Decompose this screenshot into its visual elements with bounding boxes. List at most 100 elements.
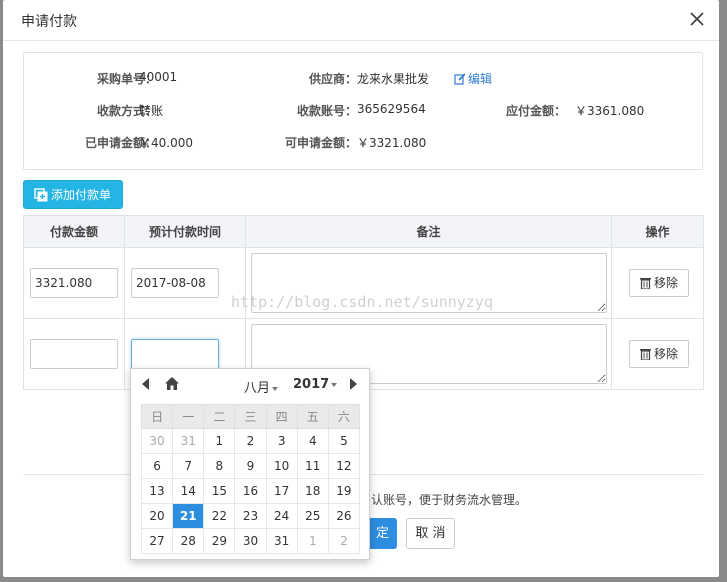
weekday-header: 六: [327, 404, 361, 429]
calendar-day[interactable]: 27: [140, 528, 174, 554]
calendar-day[interactable]: 24: [265, 503, 298, 529]
payable-label: 应付金额：: [505, 104, 566, 118]
close-button[interactable]: [687, 9, 707, 29]
trash-icon: [639, 349, 651, 361]
calendar-day[interactable]: 11: [296, 453, 329, 479]
dialog-header: 申请付款: [3, 0, 719, 41]
calendar-day[interactable]: 8: [203, 453, 236, 479]
table-row: 移除: [23, 247, 704, 319]
calendar-day[interactable]: 12: [327, 453, 361, 479]
calendar-day[interactable]: 18: [296, 478, 329, 504]
date-input[interactable]: [131, 339, 219, 369]
account-value: 365629564: [357, 102, 426, 116]
col-header-remark: 备注: [245, 215, 612, 248]
close-icon: [690, 12, 704, 26]
table-header-row: 付款金额 预计付款时间 备注 操作: [23, 215, 704, 248]
weekday-header: 四: [265, 404, 298, 429]
edit-supplier-link[interactable]: 编辑: [454, 70, 492, 87]
info-row-2: 收款方式： 转账 收款账号： 365629564 应付金额： ￥3361.080: [24, 102, 702, 122]
calendar-day[interactable]: 19: [327, 478, 361, 504]
calendar-day[interactable]: 7: [172, 453, 205, 479]
calendar-day[interactable]: 10: [265, 453, 298, 479]
calendar-day[interactable]: 1: [296, 528, 329, 554]
calendar-day[interactable]: 15: [203, 478, 236, 504]
calendar-day[interactable]: 26: [327, 503, 361, 529]
calendar-day[interactable]: 14: [172, 478, 205, 504]
calendar-day[interactable]: 25: [296, 503, 329, 529]
calendar-day[interactable]: 4: [296, 428, 329, 454]
weekday-row: 日 一 二 三 四 五 六: [140, 404, 361, 429]
calendar-day[interactable]: 22: [203, 503, 236, 529]
account-label: 收款账号：: [296, 104, 357, 118]
copy-icon: [34, 188, 48, 202]
amount-input[interactable]: [30, 268, 118, 298]
footer-note: 认账号，便于财务流水管理。: [371, 493, 528, 507]
calendar-day[interactable]: 2: [234, 428, 267, 454]
cancel-button[interactable]: 取 消: [406, 518, 455, 549]
edit-label: 编辑: [468, 72, 493, 86]
amount-cell: [23, 318, 125, 390]
edit-icon: [454, 73, 466, 85]
weekday-header: 一: [172, 404, 205, 429]
calendar-day[interactable]: 13: [140, 478, 174, 504]
caret-down-icon: [272, 386, 279, 391]
caret-down-icon: [331, 382, 338, 387]
remark-textarea[interactable]: [251, 253, 607, 313]
calendar-week: 13 14 15 16 17 18 19: [140, 478, 361, 504]
calendar-day[interactable]: 9: [234, 453, 267, 479]
amount-input[interactable]: [30, 339, 118, 369]
col-header-date: 预计付款时间: [124, 215, 246, 248]
calendar-day[interactable]: 16: [234, 478, 267, 504]
dialog-title: 申请付款: [21, 14, 77, 30]
calendar-day[interactable]: 31: [172, 428, 205, 454]
payment-table: 付款金额 预计付款时间 备注 操作 移除: [23, 215, 704, 390]
calendar-day[interactable]: 30: [234, 528, 267, 554]
calendar-day[interactable]: 1: [203, 428, 236, 454]
calendar-week: 30 31 1 2 3 4 5: [140, 428, 361, 454]
supplier-label: 供应商：: [308, 72, 357, 86]
weekday-header: 日: [140, 404, 174, 429]
arrow-right-icon: [350, 378, 357, 390]
weekday-header: 三: [234, 404, 267, 429]
calendar-day[interactable]: 29: [203, 528, 236, 554]
date-input[interactable]: [131, 268, 219, 298]
weekday-header: 五: [296, 404, 329, 429]
add-payment-button[interactable]: 添加付款单: [23, 180, 123, 209]
prev-month-button[interactable]: [141, 378, 150, 393]
info-row-1: 采购单号： 40001 供应商： 龙来水果批发 编辑: [24, 70, 702, 90]
purchase-no-value: 40001: [139, 70, 178, 84]
calendar-day[interactable]: 17: [265, 478, 298, 504]
add-payment-label: 添加付款单: [51, 188, 112, 202]
calendar-day[interactable]: 6: [140, 453, 174, 479]
next-month-button[interactable]: [349, 378, 358, 393]
calendar-day[interactable]: 3: [265, 428, 298, 454]
remove-label: 移除: [653, 347, 678, 361]
col-header-amount: 付款金额: [23, 215, 125, 248]
pay-method-value: 转账: [139, 104, 164, 118]
calendar-day[interactable]: 30: [140, 428, 174, 454]
remove-button[interactable]: 移除: [629, 340, 689, 368]
calendar-day[interactable]: 5: [327, 428, 361, 454]
calendar-day-selected[interactable]: 21: [172, 503, 205, 529]
available-label: 可申请金额：: [284, 136, 357, 150]
action-cell: 移除: [611, 318, 704, 390]
applied-value: ￥40.000: [139, 136, 193, 150]
year-select[interactable]: 2017: [293, 377, 338, 392]
action-cell: 移除: [611, 247, 704, 319]
today-button[interactable]: [165, 377, 179, 393]
month-value: 八月: [244, 381, 271, 396]
amount-cell: [23, 247, 125, 319]
remove-button[interactable]: 移除: [629, 269, 689, 297]
calendar-grid: 日 一 二 三 四 五 六 30 31 1 2 3 4 5 6 7 8 9 10…: [140, 404, 361, 554]
calendar-day[interactable]: 28: [172, 528, 205, 554]
month-select[interactable]: 八月: [244, 377, 279, 396]
calendar-day[interactable]: 2: [327, 528, 361, 554]
remove-label: 移除: [653, 276, 678, 290]
calendar-day[interactable]: 20: [140, 503, 174, 529]
supplier-value: 龙来水果批发: [357, 72, 430, 86]
info-row-3: 已申请金额： ￥40.000 可申请金额： ￥3321.080: [24, 134, 702, 154]
calendar-day[interactable]: 23: [234, 503, 267, 529]
available-value: ￥3321.080: [357, 136, 427, 150]
calendar-week: 20 21 22 23 24 25 26: [140, 503, 361, 529]
calendar-day[interactable]: 31: [265, 528, 298, 554]
